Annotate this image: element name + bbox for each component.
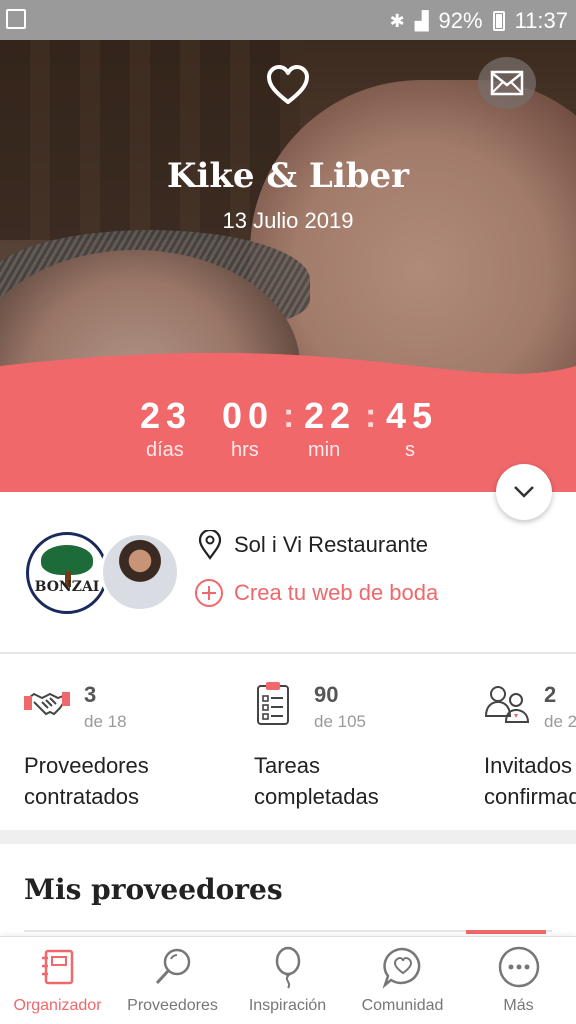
countdown-days-label: días	[146, 439, 184, 461]
countdown-minutes-label: min	[308, 439, 341, 461]
nav-label: Inspiración	[248, 997, 327, 1014]
bluetooth-icon: ✱	[389, 10, 405, 31]
mail-icon	[490, 70, 524, 96]
stat-guests[interactable]: 2 de 2 Invitados confirmados	[484, 654, 576, 830]
heart-outline-icon[interactable]	[265, 62, 311, 108]
wedding-date: 13 Julio 2019	[222, 208, 354, 233]
countdown-hours-label: hrs	[231, 439, 259, 461]
countdown-seconds: 45	[386, 395, 439, 436]
nav-comunidad[interactable]: Comunidad	[345, 937, 460, 1024]
app-screen: ✱ ▟ 92% 11:37 Kike & Liber 13 Julio 2019	[0, 0, 576, 1024]
stat-vendors[interactable]: 3 de 18 Proveedores contratados	[24, 654, 254, 830]
venue[interactable]: Sol i Vi Restaurante	[198, 530, 428, 560]
vendor-logo-avatar[interactable]: BONZAI	[26, 532, 108, 614]
clipboard-icon	[257, 682, 289, 725]
battery-icon	[492, 11, 505, 31]
countdown-seconds-label: s	[405, 439, 415, 461]
expand-button[interactable]	[496, 464, 552, 520]
couple-names: Kike & Liber	[166, 156, 410, 196]
more-icon	[498, 946, 539, 988]
handshake-icon	[24, 692, 70, 716]
message-button[interactable]	[478, 57, 536, 109]
stat-count: 2	[544, 682, 557, 707]
stat-label: Invitados confirmados	[484, 753, 576, 809]
nav-proveedores[interactable]: Proveedores	[115, 937, 230, 1024]
stat-label: Tareas completadas	[254, 753, 379, 809]
battery-percent: 92%	[438, 8, 483, 33]
section-divider	[0, 830, 576, 844]
nav-label: Comunidad	[361, 997, 444, 1014]
vendor-photo-avatar[interactable]	[100, 532, 180, 612]
stat-count: 3	[84, 682, 97, 707]
countdown-minutes: 22	[304, 395, 357, 436]
countdown: 23 00 : 22 : 45 días hrs min s	[140, 395, 439, 461]
stat-label: Proveedores contratados	[24, 753, 149, 809]
guests-icon	[484, 686, 530, 723]
search-icon	[155, 948, 190, 985]
create-wedding-website-link[interactable]: Crea tu web de boda	[194, 578, 438, 608]
nav-mas[interactable]: Más	[461, 937, 576, 1024]
balloon-icon	[275, 946, 300, 989]
status-icons: ✱ ▟ 92% 11:37	[390, 8, 568, 34]
stat-total: de 105	[314, 712, 366, 731]
vendor-logo-text: BONZAI	[34, 579, 100, 595]
nav-label: Organizador	[13, 997, 102, 1014]
nav-label: Más	[503, 997, 534, 1014]
countdown-hours: 00	[222, 395, 275, 436]
wedding-profile: BONZAI Sol i Vi Restaurante Crea tu web …	[0, 492, 576, 654]
section-title: Mis proveedores	[24, 873, 283, 906]
gallery-notification-icon	[6, 9, 26, 29]
location-pin-icon	[198, 530, 222, 560]
chat-heart-icon	[381, 947, 420, 989]
signal-icon: ▟	[414, 10, 429, 31]
bottom-navigation: Organizador Proveedores Inspiración Comu…	[0, 936, 576, 1024]
clock: 11:37	[514, 8, 568, 33]
stat-total: de 2	[544, 712, 576, 731]
stat-tasks[interactable]: 90 de 105 Tareas completadas	[254, 654, 484, 830]
countdown-days: 23	[140, 395, 193, 436]
chevron-down-icon	[514, 486, 534, 498]
create-wedding-website-label: Crea tu web de boda	[234, 580, 439, 605]
notebook-icon	[41, 949, 73, 985]
plus-circle-icon	[195, 579, 223, 607]
nav-organizador[interactable]: Organizador	[0, 937, 115, 1024]
progress-summary: 3 de 18 Proveedores contratados 90 de 10…	[0, 654, 576, 830]
venue-name: Sol i Vi Restaurante	[234, 532, 429, 557]
stat-total: de 18	[84, 712, 127, 731]
nav-label: Proveedores	[127, 997, 218, 1014]
stat-count: 90	[314, 682, 339, 707]
nav-inspiracion[interactable]: Inspiración	[230, 937, 345, 1024]
status-bar: ✱ ▟ 92% 11:37	[0, 0, 576, 40]
